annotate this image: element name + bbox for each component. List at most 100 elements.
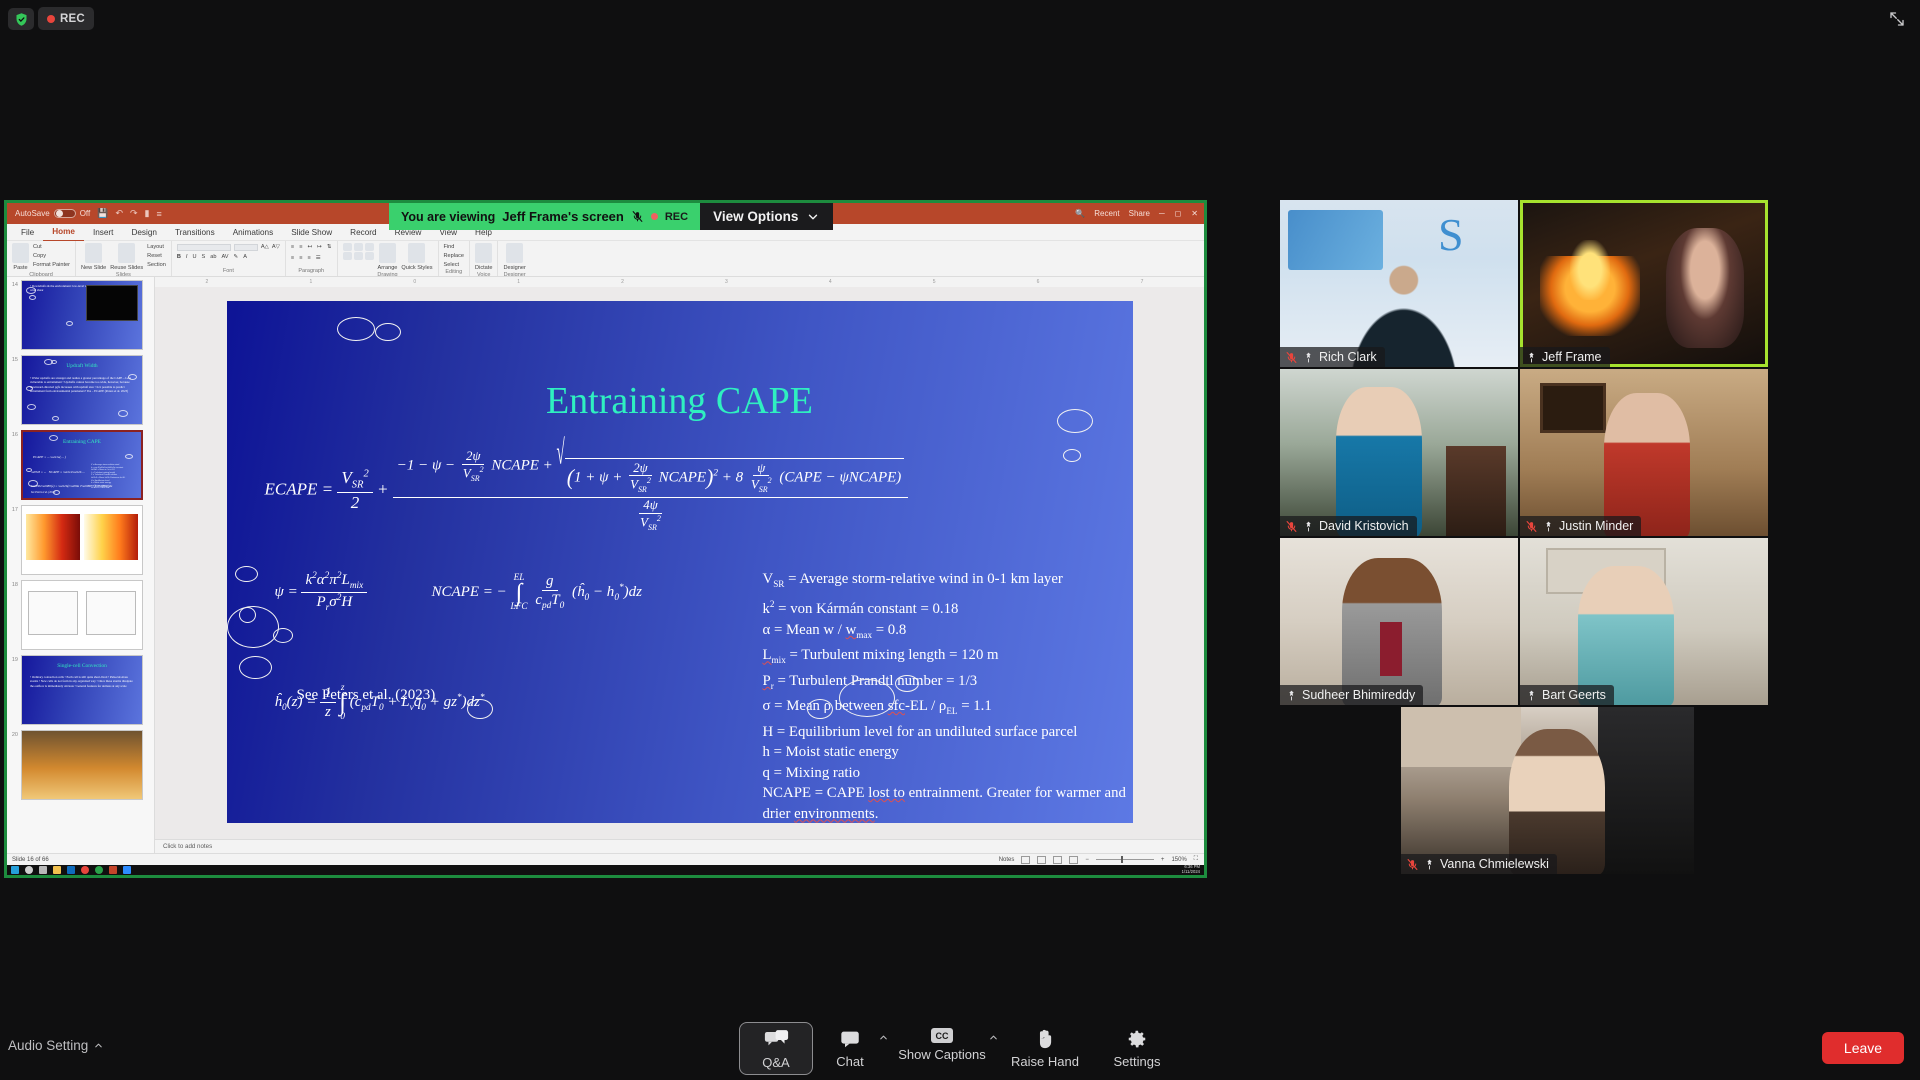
microphone-icon[interactable]: [475, 243, 493, 263]
maximize-button[interactable]: ◻: [1175, 209, 1182, 218]
thumbnail-slide-16[interactable]: Entraining CAPE ECAPE = ... \u221a( ... …: [21, 430, 143, 500]
zoom-out-button[interactable]: −: [1085, 857, 1089, 863]
shadow-icon[interactable]: S: [201, 253, 205, 261]
search-icon[interactable]: [25, 866, 33, 874]
more-icon[interactable]: ≡: [157, 209, 162, 219]
arrange-icon[interactable]: [378, 243, 396, 263]
reset-label[interactable]: Reset: [147, 252, 166, 260]
thumbnail-slide-14[interactable]: • Downdrafts & the environment: low-leve…: [21, 280, 143, 350]
slideshow-view-icon[interactable]: [1069, 855, 1079, 864]
undo-icon[interactable]: ↶: [115, 208, 123, 219]
strikethrough-icon[interactable]: ab: [210, 253, 216, 261]
thumbnail-item[interactable]: 15 Updraft Width • Wider updrafts are st…: [11, 355, 150, 425]
powerpoint-icon[interactable]: [109, 866, 117, 874]
slide-thumbnail-panel[interactable]: 14 • Downdrafts & the environment: low-l…: [7, 277, 155, 853]
designer-icon[interactable]: [506, 243, 524, 263]
save-icon[interactable]: 💾: [97, 208, 108, 219]
copy-label[interactable]: Copy: [33, 252, 70, 260]
zoom-app-icon[interactable]: [123, 866, 131, 874]
shape-star-icon[interactable]: [364, 252, 374, 260]
decrease-font-icon[interactable]: A▽: [272, 243, 280, 251]
recent-label[interactable]: Recent: [1094, 209, 1119, 218]
shape-arrow-icon[interactable]: [364, 243, 374, 251]
tab-home[interactable]: Home: [43, 223, 84, 242]
present-icon[interactable]: ▮: [145, 208, 150, 219]
minimize-button[interactable]: ─: [1159, 209, 1165, 218]
chat-button[interactable]: Chat: [813, 1022, 887, 1073]
thumbnail-slide-17[interactable]: [21, 505, 143, 575]
redo-icon[interactable]: ↷: [130, 208, 138, 219]
slide-surface[interactable]: Entraining CAPE ECAPE = VSR2 2 + −1 − ψ −…: [226, 301, 1133, 823]
firefox-icon[interactable]: [95, 866, 103, 874]
thumbnail-item-selected[interactable]: 16 Entraining CAPE ECAPE = ... \u221a( .…: [11, 430, 150, 500]
autosave-toggle[interactable]: AutoSave Off: [15, 209, 90, 218]
increase-indent-icon[interactable]: ↦: [317, 243, 322, 251]
select-label[interactable]: Select: [444, 261, 465, 269]
zoom-level[interactable]: 150%: [1171, 857, 1186, 863]
view-options-button[interactable]: View Options: [700, 203, 834, 230]
tab-file[interactable]: File: [12, 224, 43, 241]
decrease-indent-icon[interactable]: ↤: [307, 243, 312, 251]
zoom-slider[interactable]: [1095, 856, 1154, 863]
notes-toggle[interactable]: Notes: [999, 857, 1015, 863]
quick-styles-icon[interactable]: [408, 243, 426, 263]
replace-label[interactable]: Replace: [444, 252, 465, 260]
participant-tile-sudheer-bhimireddy[interactable]: Sudheer Bhimireddy: [1280, 538, 1518, 705]
thumbnail-item[interactable]: 18: [11, 580, 150, 650]
columns-icon[interactable]: ☰: [316, 254, 321, 262]
chrome-icon[interactable]: [81, 866, 89, 874]
reuse-slides-icon[interactable]: [118, 243, 136, 263]
thumbnail-slide-15[interactable]: Updraft Width • Wider updrafts are stron…: [21, 355, 143, 425]
font-family-select[interactable]: [176, 243, 231, 251]
line-spacing-icon[interactable]: ⇅: [327, 243, 332, 251]
recording-indicator[interactable]: REC: [38, 7, 94, 30]
italic-icon[interactable]: I: [186, 253, 188, 261]
show-captions-button[interactable]: CC Show Captions: [887, 1022, 997, 1066]
cut-label[interactable]: Cut: [33, 243, 70, 251]
align-left-icon[interactable]: ≡: [291, 254, 294, 262]
numbering-icon[interactable]: ≡: [299, 243, 302, 251]
tab-animations[interactable]: Animations: [224, 224, 283, 241]
task-view-icon[interactable]: [39, 866, 47, 874]
leave-button[interactable]: Leave: [1822, 1032, 1904, 1064]
bold-icon[interactable]: B: [177, 253, 181, 261]
tab-insert[interactable]: Insert: [84, 224, 122, 241]
increase-font-icon[interactable]: A△: [261, 243, 269, 251]
shape-circle-icon[interactable]: [353, 243, 363, 251]
thumbnail-item[interactable]: 14 • Downdrafts & the environment: low-l…: [11, 280, 150, 350]
notes-pane[interactable]: Click to add notes: [155, 839, 1204, 853]
settings-button[interactable]: Settings: [1093, 1022, 1181, 1073]
start-button-icon[interactable]: [11, 866, 19, 874]
bullets-icon[interactable]: ≡: [291, 243, 294, 251]
font-color-icon[interactable]: A: [243, 253, 247, 261]
align-center-icon[interactable]: ≡: [299, 254, 302, 262]
find-label[interactable]: Find: [444, 243, 465, 251]
thumbnail-slide-19[interactable]: Single-cell Convection • Ordinary convec…: [21, 655, 143, 725]
tab-transitions[interactable]: Transitions: [166, 224, 224, 241]
thumbnail-item[interactable]: 19 Single-cell Convection • Ordinary con…: [11, 655, 150, 725]
tab-record[interactable]: Record: [341, 224, 385, 241]
slide-sorter-icon[interactable]: [1037, 855, 1047, 864]
thumbnail-item[interactable]: 20: [11, 730, 150, 800]
underline-icon[interactable]: U: [192, 253, 196, 261]
share-label[interactable]: Share: [1129, 209, 1150, 218]
char-spacing-icon[interactable]: AV: [221, 253, 228, 261]
participant-tile-david-kristovich[interactable]: David Kristovich: [1280, 369, 1518, 536]
tab-slide-show[interactable]: Slide Show: [282, 224, 341, 241]
section-label[interactable]: Section: [147, 261, 166, 269]
layout-label[interactable]: Layout: [147, 243, 166, 251]
participant-tile-rich-clark[interactable]: S Rich Clark: [1280, 200, 1518, 367]
qa-button[interactable]: Q&A: [739, 1022, 813, 1075]
close-button[interactable]: ✕: [1191, 209, 1198, 218]
participant-tile-bart-geerts[interactable]: Bart Geerts: [1520, 538, 1768, 705]
reading-view-icon[interactable]: [1053, 855, 1063, 864]
participant-tile-jeff-frame[interactable]: Jeff Frame: [1520, 200, 1768, 367]
new-slide-icon[interactable]: [85, 243, 103, 263]
expand-arrows-icon[interactable]: [1888, 10, 1906, 28]
format-painter-label[interactable]: Format Painter: [33, 261, 70, 269]
thumbnail-slide-18[interactable]: [21, 580, 143, 650]
zoom-in-button[interactable]: +: [1161, 857, 1165, 863]
normal-view-icon[interactable]: [1021, 855, 1031, 864]
paste-icon[interactable]: [12, 243, 29, 263]
file-explorer-icon[interactable]: [53, 866, 61, 874]
